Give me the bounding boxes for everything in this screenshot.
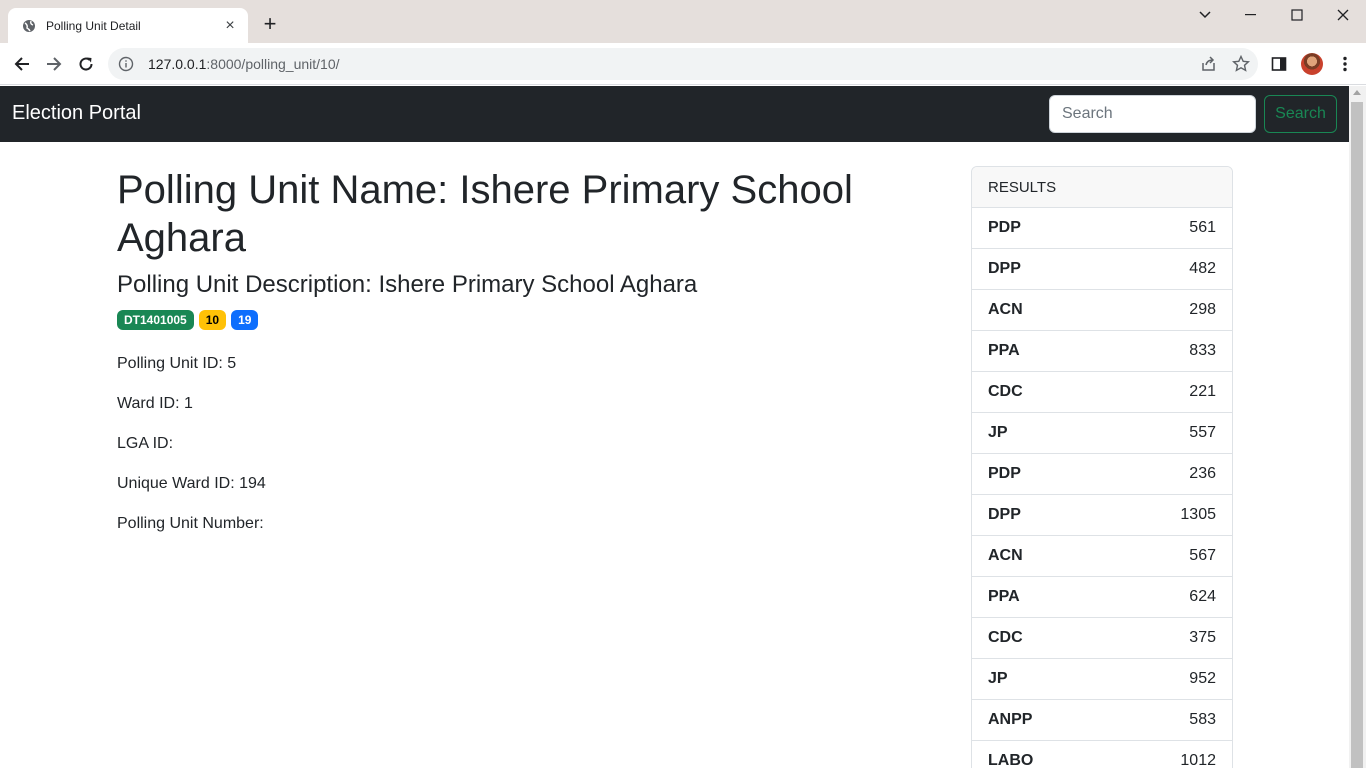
- unique-ward-id: Unique Ward ID: 194: [117, 475, 266, 492]
- id-badge: 19: [231, 310, 259, 330]
- badge-group: DT1401005 10 19: [117, 310, 947, 330]
- scroll-up-arrow-icon[interactable]: [1353, 90, 1361, 95]
- result-row: LABO 1012: [972, 741, 1232, 768]
- page-subtitle: Polling Unit Description: Ishere Primary…: [117, 271, 698, 298]
- party-name: CDC: [988, 629, 1023, 646]
- party-score: 221: [1189, 383, 1216, 400]
- globe-icon: [22, 19, 36, 33]
- party-name: PPA: [988, 588, 1020, 605]
- search-input[interactable]: [1049, 95, 1256, 133]
- minimize-icon[interactable]: [1228, 4, 1274, 26]
- profile-avatar[interactable]: [1300, 52, 1324, 76]
- result-row: PPA 833: [972, 331, 1232, 372]
- polling-unit-id: Polling Unit ID: 5: [117, 355, 237, 372]
- result-row: ACN 567: [972, 536, 1232, 577]
- party-score: 298: [1189, 301, 1216, 318]
- site-info-icon[interactable]: [118, 56, 134, 72]
- result-row: PDP 236: [972, 454, 1232, 495]
- party-score: 482: [1189, 260, 1216, 277]
- party-name: PPA: [988, 342, 1020, 359]
- url-path: :8000/polling_unit/10/: [206, 56, 340, 72]
- polling-unit-detail: Polling Unit Name: Ishere Primary School…: [117, 166, 947, 552]
- address-bar[interactable]: 127.0.0.1:8000/polling_unit/10/: [108, 48, 1258, 80]
- party-name: PDP: [988, 219, 1021, 236]
- tab-title: Polling Unit Detail: [46, 18, 141, 33]
- party-score: 1305: [1180, 506, 1216, 523]
- party-score: 1012: [1180, 752, 1216, 768]
- result-row: JP 557: [972, 413, 1232, 454]
- maximize-icon[interactable]: [1274, 4, 1320, 26]
- browser-toolbar: 127.0.0.1:8000/polling_unit/10/: [0, 43, 1366, 85]
- result-row: DPP 1305: [972, 495, 1232, 536]
- result-row: PDP 561: [972, 208, 1232, 249]
- tab-search-chevron-icon[interactable]: [1182, 4, 1228, 26]
- site-navbar: Election Portal Search: [0, 86, 1349, 142]
- party-score: 583: [1189, 711, 1216, 728]
- browser-tab-strip: Polling Unit Detail × +: [0, 0, 1366, 43]
- polling-unit-number: Polling Unit Number:: [117, 515, 264, 532]
- browser-tab[interactable]: Polling Unit Detail ×: [8, 8, 248, 43]
- party-score: 236: [1189, 465, 1216, 482]
- search-button[interactable]: Search: [1264, 95, 1337, 133]
- share-icon[interactable]: [1200, 55, 1218, 78]
- ward-id: Ward ID: 1: [117, 395, 193, 412]
- forward-arrow-icon[interactable]: [42, 52, 66, 76]
- result-row: DPP 482: [972, 249, 1232, 290]
- url-host: 127.0.0.1: [148, 56, 207, 72]
- result-row: JP 952: [972, 659, 1232, 700]
- results-card: RESULTS PDP 561 DPP 482 ACN 298 PPA 833 CDC 2…: [971, 166, 1233, 768]
- bookmark-star-icon[interactable]: [1231, 54, 1251, 78]
- back-arrow-icon[interactable]: [10, 52, 34, 76]
- result-row: CDC 375: [972, 618, 1232, 659]
- party-name: DPP: [988, 506, 1021, 523]
- party-score: 557: [1189, 424, 1216, 441]
- tab-close-icon[interactable]: ×: [222, 17, 238, 34]
- result-row: CDC 221: [972, 372, 1232, 413]
- results-header: RESULTS: [972, 167, 1232, 208]
- scrollbar-thumb[interactable]: [1351, 102, 1363, 768]
- party-name: PDP: [988, 465, 1021, 482]
- result-row: ACN 298: [972, 290, 1232, 331]
- lga-id: LGA ID:: [117, 435, 174, 452]
- result-row: ANPP 583: [972, 700, 1232, 741]
- party-score: 624: [1189, 588, 1216, 605]
- party-name: ANPP: [988, 711, 1033, 728]
- party-name: JP: [988, 424, 1008, 441]
- party-name: DPP: [988, 260, 1021, 277]
- party-score: 952: [1189, 670, 1216, 687]
- new-tab-plus-icon[interactable]: +: [258, 13, 282, 37]
- party-name: CDC: [988, 383, 1023, 400]
- code-badge: DT1401005: [117, 310, 194, 330]
- page-scrollbar[interactable]: [1349, 86, 1366, 768]
- party-name: ACN: [988, 301, 1023, 318]
- party-score: 375: [1189, 629, 1216, 646]
- party-score: 567: [1189, 547, 1216, 564]
- page-viewport: Election Portal Search Polling Unit Name…: [0, 86, 1349, 768]
- number-badge: 10: [198, 310, 227, 330]
- party-score: 833: [1189, 342, 1216, 359]
- close-window-icon[interactable]: [1320, 4, 1366, 26]
- url-text[interactable]: 127.0.0.1:8000/polling_unit/10/: [148, 56, 340, 72]
- party-name: ACN: [988, 547, 1023, 564]
- party-name: JP: [988, 670, 1008, 687]
- result-row: PPA 624: [972, 577, 1232, 618]
- side-panel-icon[interactable]: [1267, 52, 1291, 76]
- reload-icon[interactable]: [74, 52, 98, 76]
- info-list: Polling Unit ID: 5 Ward ID: 1 LGA ID: Un…: [117, 352, 947, 536]
- menu-kebab-icon[interactable]: [1333, 52, 1357, 76]
- party-name: LABO: [988, 752, 1034, 768]
- brand-link[interactable]: Election Portal: [12, 102, 141, 125]
- party-score: 561: [1189, 219, 1216, 236]
- page-title: Polling Unit Name: Ishere Primary School…: [117, 168, 853, 260]
